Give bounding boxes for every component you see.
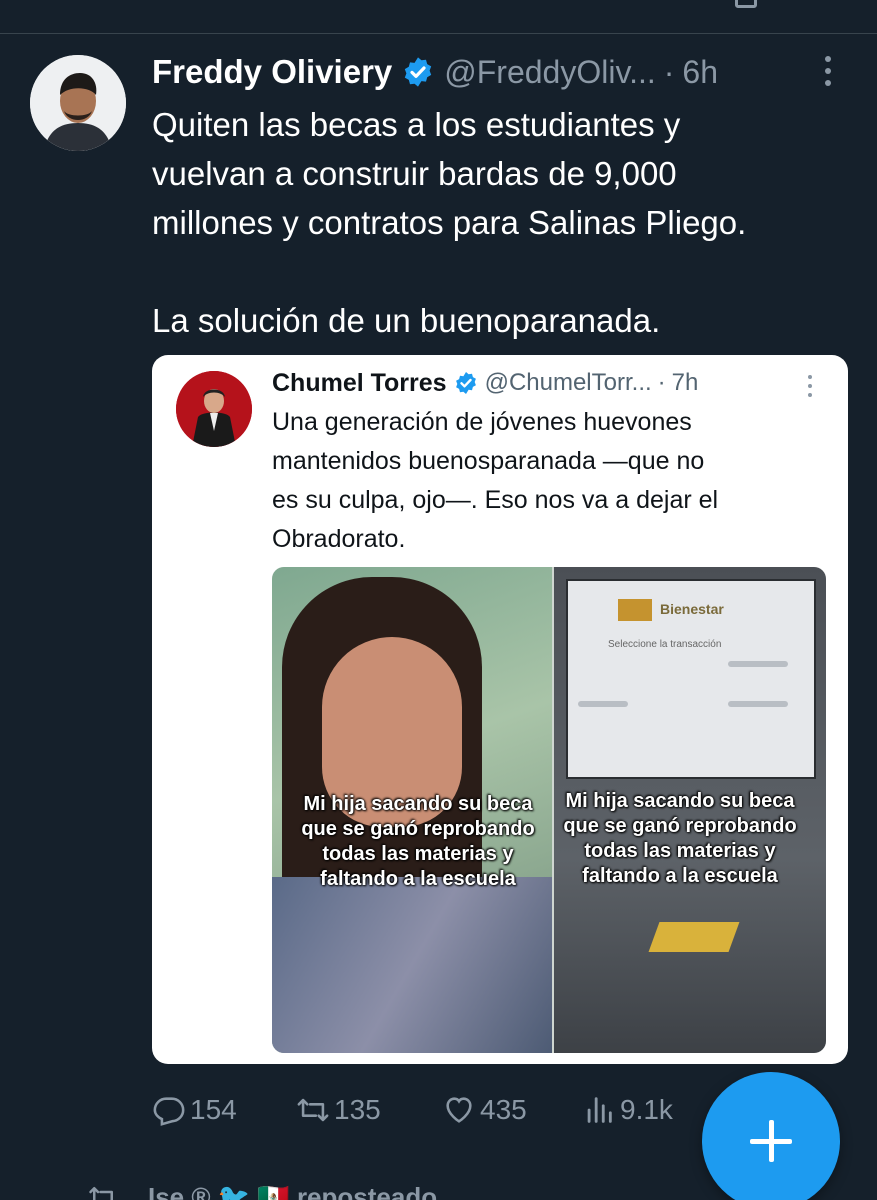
tweet-text-line: Quiten las becas a los estudiantes y <box>152 106 681 143</box>
tweet-header: Freddy Oliviery @FreddyOliv... · 6h <box>152 50 718 94</box>
quoted-text-line: Obradorato. <box>272 525 406 553</box>
reply-icon <box>153 1097 185 1126</box>
retweet-icon <box>297 1098 329 1122</box>
tweet-text-line: millones y contratos para Salinas Pliego… <box>152 204 747 241</box>
avatar[interactable] <box>30 55 126 151</box>
quoted-separator-dot: · <box>657 369 666 396</box>
caption-left: Mi hija sacando su beca que se ganó repr… <box>272 792 568 892</box>
caption-line: todas las materias y <box>322 843 514 865</box>
plus-icon-vertical <box>769 1120 774 1162</box>
caption-line: que se ganó reprobando <box>563 815 797 837</box>
more-options-icon[interactable] <box>818 56 838 92</box>
quoted-more-options-icon <box>804 375 816 403</box>
atm-prompt-text: Seleccione la transacción <box>608 639 722 650</box>
quoted-media-image[interactable]: Bienestar Seleccione la transacción Mi h… <box>272 567 826 1053</box>
views-chart-icon <box>587 1097 612 1123</box>
caption-line: que se ganó reprobando <box>301 818 535 840</box>
avatar-image <box>30 55 126 151</box>
bookmark-icon[interactable] <box>735 0 757 8</box>
author-handle[interactable]: @FreddyOliv... <box>444 54 655 91</box>
quoted-author-handle[interactable]: @ChumelTorr... <box>485 369 652 397</box>
caption-line: faltando a la escuela <box>582 865 778 887</box>
repost-icon <box>89 1187 113 1200</box>
quoted-tweet-text: Una generación de jóvenes huevones mante… <box>272 403 832 559</box>
atm-card-slot <box>648 922 740 952</box>
repost-label[interactable]: Ise ® 🐦 🇲🇽 reposteado <box>148 1182 437 1200</box>
tweet-time[interactable]: 6h <box>682 54 718 91</box>
author-name[interactable]: Freddy Oliviery <box>152 53 392 91</box>
divider <box>0 33 877 34</box>
retweet-button[interactable]: 135 <box>296 1088 381 1132</box>
compose-tweet-button[interactable] <box>702 1072 840 1200</box>
quoted-header: Chumel Torres @ChumelTorr... · 7h <box>272 365 698 401</box>
reply-button[interactable]: 154 <box>152 1088 237 1132</box>
reply-count: 154 <box>190 1094 237 1125</box>
quoted-tweet-card[interactable]: Chumel Torres @ChumelTorr... · 7h Una ge… <box>152 355 848 1064</box>
verified-badge-icon <box>405 57 432 87</box>
tweet-text: Quiten las becas a los estudiantes y vue… <box>152 100 852 345</box>
quoted-avatar <box>176 371 252 447</box>
quoted-avatar-image <box>176 371 252 447</box>
next-item-repost-row: Ise ® 🐦 🇲🇽 reposteado <box>88 1182 437 1200</box>
atm-brand-text: Bienestar <box>660 601 724 617</box>
atm-screen: Bienestar Seleccione la transacción <box>566 579 816 779</box>
caption-line: Mi hija sacando su beca <box>565 790 795 812</box>
atm-option <box>728 661 788 667</box>
quoted-text-line: es su culpa, ojo—. Eso nos va a dejar el <box>272 486 719 514</box>
quoted-text-line: mantenidos buenosparanada —que no <box>272 447 705 475</box>
caption-right: Mi hija sacando su beca que se ganó repr… <box>530 789 826 889</box>
quoted-text-line: Una generación de jóvenes huevones <box>272 408 692 436</box>
photo-shirt <box>272 877 552 1053</box>
previous-tweet-actions <box>0 0 877 32</box>
caption-line: Mi hija sacando su beca <box>303 793 533 815</box>
like-button[interactable]: 435 <box>442 1088 527 1132</box>
quoted-tweet-time: 7h <box>671 369 699 396</box>
atm-option <box>728 701 788 707</box>
quoted-verified-badge-icon <box>455 372 476 394</box>
quoted-author-name[interactable]: Chumel Torres <box>272 369 447 398</box>
heart-icon <box>446 1097 472 1123</box>
caption-line: todas las materias y <box>584 840 776 862</box>
views-button[interactable]: 9.1k <box>582 1088 673 1132</box>
retweet-count: 135 <box>334 1094 381 1125</box>
atm-option <box>578 701 628 707</box>
tweet-text-line: La solución de un buenoparanada. <box>152 302 661 339</box>
separator-dot: · <box>663 53 675 90</box>
views-count: 9.1k <box>620 1094 673 1125</box>
caption-line: faltando a la escuela <box>320 868 516 890</box>
tweet-text-line: vuelvan a construir bardas de 9,000 <box>152 155 677 192</box>
like-count: 435 <box>480 1094 527 1125</box>
bank-logo <box>618 599 652 621</box>
